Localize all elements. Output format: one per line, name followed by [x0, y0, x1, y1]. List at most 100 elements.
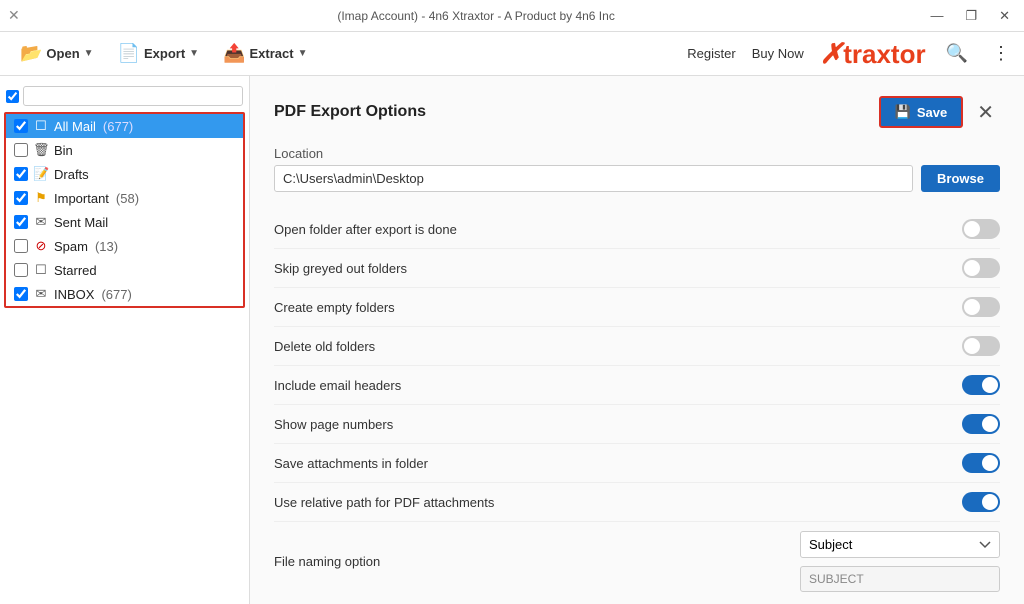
checkbox-important[interactable]: [14, 191, 28, 205]
checkbox-starred[interactable]: [14, 263, 28, 277]
folder-label-spam: Spam: [54, 239, 88, 254]
option-relative-path: Use relative path for PDF attachments: [274, 483, 1000, 522]
location-input[interactable]: [274, 165, 913, 192]
folder-label-drafts: Drafts: [54, 167, 89, 182]
export-chevron-icon: ▼: [189, 48, 199, 59]
save-button[interactable]: 💾 Save: [879, 96, 964, 128]
option-label-show-page: Show page numbers: [274, 417, 393, 432]
open-chevron-icon: ▼: [84, 48, 94, 59]
file-naming-controls: Subject Date From To SUBJECT: [800, 531, 1000, 592]
checkbox-spam[interactable]: [14, 239, 28, 253]
save-icon: 💾: [895, 104, 911, 120]
folder-item-spam[interactable]: ⊘ Spam (13): [6, 234, 243, 258]
content-title: PDF Export Options: [274, 103, 879, 121]
brand-logo: ✗traxtor: [820, 37, 926, 70]
folder-label-starred: Starred: [54, 263, 97, 278]
folder-label-sent-mail: Sent Mail: [54, 215, 108, 230]
toggle-skip-greyed[interactable]: [962, 258, 1000, 278]
folder-label-bin: Bin: [54, 143, 73, 158]
extract-icon: 📤: [223, 43, 245, 64]
option-show-page: Show page numbers: [274, 405, 1000, 444]
master-checkbox[interactable]: [6, 90, 19, 103]
folder-count-important: (58): [116, 191, 139, 206]
option-delete-old: Delete old folders: [274, 327, 1000, 366]
toggle-delete-old[interactable]: [962, 336, 1000, 356]
option-create-empty: Create empty folders: [274, 288, 1000, 327]
folder-icon-all-mail: ☐: [33, 118, 49, 134]
option-label-relative-path: Use relative path for PDF attachments: [274, 495, 494, 510]
title-bar: ✕ (Imap Account) - 4n6 Xtraxtor - A Prod…: [0, 0, 1024, 32]
checkbox-sent-mail[interactable]: [14, 215, 28, 229]
file-naming-select[interactable]: Subject Date From To: [800, 531, 1000, 558]
option-label-delete-old: Delete old folders: [274, 339, 375, 354]
maximize-button[interactable]: ❐: [959, 6, 983, 26]
title-bar-icon: ✕: [8, 7, 20, 24]
folder-count-inbox: (677): [101, 287, 131, 302]
folder-icon-spam: ⊘: [33, 238, 49, 254]
folder-item-important[interactable]: ⚑ Important (58): [6, 186, 243, 210]
buynow-link[interactable]: Buy Now: [752, 46, 804, 61]
register-link[interactable]: Register: [687, 46, 735, 61]
folder-item-inbox[interactable]: ✉ INBOX (677): [6, 282, 243, 306]
folder-item-all-mail[interactable]: ☐ All Mail (677): [6, 114, 243, 138]
folder-item-starred[interactable]: ☐ Starred: [6, 258, 243, 282]
folder-icon-sent-mail: ✉: [33, 214, 49, 230]
toggle-save-attach[interactable]: [962, 453, 1000, 473]
file-naming-row: File naming option Subject Date From To …: [274, 522, 1000, 601]
folder-icon-starred: ☐: [33, 262, 49, 278]
checkbox-all-mail[interactable]: [14, 119, 28, 133]
option-label-create-empty: Create empty folders: [274, 300, 395, 315]
option-label-skip-greyed: Skip greyed out folders: [274, 261, 407, 276]
location-row: Location Browse: [274, 146, 1000, 192]
extract-label: Extract: [249, 46, 293, 61]
option-label-include-headers: Include email headers: [274, 378, 401, 393]
folder-label-important: Important: [54, 191, 109, 206]
save-label: Save: [917, 105, 947, 120]
extract-button[interactable]: 📤 Extract ▼: [213, 38, 317, 69]
toggle-relative-path[interactable]: [962, 492, 1000, 512]
folder-icon-drafts: 📝: [33, 166, 49, 182]
option-open-folder: Open folder after export is done: [274, 210, 1000, 249]
sidebar: ☐ All Mail (677) 🗑 Bin 📝 Drafts ⚑ Import…: [0, 76, 250, 604]
option-skip-greyed: Skip greyed out folders: [274, 249, 1000, 288]
subject-tag: SUBJECT: [800, 566, 1000, 592]
folder-icon-bin: 🗑: [33, 142, 49, 158]
folder-item-drafts[interactable]: 📝 Drafts: [6, 162, 243, 186]
checkbox-inbox[interactable]: [14, 287, 28, 301]
window-close-button[interactable]: ✕: [993, 6, 1016, 26]
option-label-open-folder: Open folder after export is done: [274, 222, 457, 237]
open-icon: 📂: [20, 43, 42, 64]
options-section: Open folder after export is done Skip gr…: [274, 210, 1000, 601]
option-save-attach: Save attachments in folder: [274, 444, 1000, 483]
export-label: Export: [144, 46, 185, 61]
toggle-open-folder[interactable]: [962, 219, 1000, 239]
checkbox-drafts[interactable]: [14, 167, 28, 181]
folder-count-all-mail: (677): [103, 119, 133, 134]
toolbar: 📂 Open ▼ 📄 Export ▼ 📤 Extract ▼ Register…: [0, 32, 1024, 76]
close-panel-button[interactable]: ✕: [971, 98, 1000, 127]
location-label: Location: [274, 146, 1000, 161]
open-button[interactable]: 📂 Open ▼: [10, 38, 104, 69]
export-icon: 📄: [118, 43, 140, 64]
brand-name: traxtor: [843, 39, 925, 69]
menu-icon-button[interactable]: ⋮: [988, 39, 1014, 68]
folder-item-bin[interactable]: 🗑 Bin: [6, 138, 243, 162]
toggle-create-empty[interactable]: [962, 297, 1000, 317]
export-button[interactable]: 📄 Export ▼: [108, 38, 210, 69]
folder-item-sent-mail[interactable]: ✉ Sent Mail: [6, 210, 243, 234]
location-input-row: Browse: [274, 165, 1000, 192]
content-header: PDF Export Options 💾 Save ✕: [274, 96, 1000, 128]
toggle-include-headers[interactable]: [962, 375, 1000, 395]
search-icon-button[interactable]: 🔍: [942, 39, 972, 68]
toggle-show-page[interactable]: [962, 414, 1000, 434]
browse-button[interactable]: Browse: [921, 165, 1000, 192]
folder-highlight-box: ☐ All Mail (677) 🗑 Bin 📝 Drafts ⚑ Import…: [4, 112, 245, 308]
main-layout: ☐ All Mail (677) 🗑 Bin 📝 Drafts ⚑ Import…: [0, 76, 1024, 604]
content-panel: PDF Export Options 💾 Save ✕ Location Bro…: [250, 76, 1024, 604]
folder-icon-inbox: ✉: [33, 286, 49, 302]
checkbox-bin[interactable]: [14, 143, 28, 157]
extract-chevron-icon: ▼: [298, 48, 308, 59]
folder-label-all-mail: All Mail: [54, 119, 96, 134]
sidebar-search-input[interactable]: [23, 86, 243, 106]
minimize-button[interactable]: —: [924, 6, 949, 26]
